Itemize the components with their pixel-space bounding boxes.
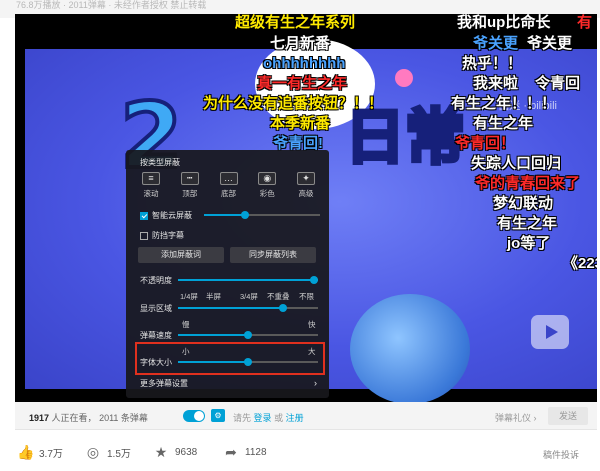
heart-shape [395, 69, 413, 87]
login-link[interactable]: 登录 [254, 413, 272, 423]
bottom-danmaku-icon: … [219, 172, 238, 185]
font-size-highlight-box [135, 342, 325, 375]
danmaku-comment: 爷的青春回来了 [475, 175, 581, 192]
opacity-slider[interactable] [178, 279, 318, 281]
danmaku-comment: 热乎！！ [462, 55, 523, 72]
filter-top-button[interactable]: ┅ 顶部 [175, 172, 205, 206]
video-page: 76.8万播放 · 2011弹幕 · 未经作者授权 禁止转载 2 日常 西迷 ·… [0, 0, 600, 471]
danmaku-toggle-switch[interactable] [183, 410, 205, 422]
advanced-danmaku-icon: ✦ [297, 172, 315, 185]
danmaku-settings-icon[interactable]: ⚙ [211, 409, 225, 422]
login-prompt: 请先 登录 或 注册 [233, 413, 304, 423]
display-area-option: 不重叠 [267, 292, 290, 301]
checkbox-unchecked-icon [140, 231, 148, 240]
report-link[interactable]: 稿件投诉 [543, 448, 579, 461]
danmaku-comment: 我和up比命长 [457, 14, 551, 31]
display-area-slider[interactable] [178, 307, 318, 309]
video-actions-row: 👍 3.7万 ◎ 1.5万 ★ 9638 ➦ 1128 稿件投诉 [15, 440, 597, 468]
bilibili-tv-icon [531, 315, 569, 349]
block-by-type-title: 按类型屏蔽 [140, 158, 180, 167]
danmaku-etiquette-link[interactable]: 弹幕礼仪 › [495, 411, 537, 424]
danmaku-comment: 有生之年！！！ [451, 95, 557, 112]
send-button[interactable]: 发送 [548, 407, 588, 425]
danmaku-comment: jo等了 [507, 235, 551, 252]
danmaku-comment: 爷关更 [527, 35, 573, 52]
like-button[interactable]: 👍 3.7万 [17, 444, 63, 460]
palette-icon: ◉ [258, 172, 277, 185]
danmaku-comment: 失踪人口回归 [471, 155, 562, 172]
opacity-slider-fill [178, 279, 318, 281]
sync-block-list-button[interactable]: 同步屏蔽列表 [230, 247, 316, 263]
filter-color-button[interactable]: ◉ 彩色 [252, 172, 282, 206]
scroll-danmaku-icon: ≡ [142, 172, 160, 185]
more-danmaku-settings-link[interactable]: 更多弹幕设置 [140, 378, 188, 389]
display-area-option: 1/4屏 [180, 292, 198, 301]
display-area-option: 半屏 [206, 292, 221, 301]
danmaku-comment: 《223 [563, 255, 597, 272]
opacity-slider-handle[interactable] [310, 276, 318, 284]
coin-icon: ◎ [86, 444, 100, 460]
smart-block-slider-fill [204, 214, 245, 216]
filter-scroll-button[interactable]: ≡ 滚动 [136, 172, 166, 206]
speed-slider-handle[interactable] [244, 331, 252, 339]
share-button[interactable]: ➦ 1128 [223, 444, 266, 460]
checkbox-checked-icon [140, 211, 148, 220]
danmaku-comment: 令青回 [535, 75, 581, 92]
thumbs-up-icon: 👍 [17, 444, 35, 460]
danmaku-comment: 梦幻联动 [493, 195, 554, 212]
display-area-slider-handle[interactable] [279, 304, 287, 312]
filter-type-row: ≡ 滚动 ┅ 顶部 … 底部 ◉ 彩色 ✦ 高级 [136, 172, 321, 206]
danmaku-comment: 爷青回！ [455, 135, 516, 152]
coin-button[interactable]: ◎ 1.5万 [85, 444, 131, 460]
add-block-word-button[interactable]: 添加屏蔽词 [138, 247, 224, 263]
planet-illustration [350, 294, 470, 402]
share-arrow-icon: ➦ [225, 444, 237, 460]
danmaku-comment: ohhhhhhhh [263, 55, 346, 72]
danmaku-comment: 本季新番 [270, 115, 331, 132]
display-area-slider-fill [178, 307, 283, 309]
smart-block-slider[interactable] [204, 214, 320, 216]
danmaku-comment: 为什么没有追番按钮？！！ [203, 95, 384, 112]
chevron-right-icon: › [314, 378, 317, 388]
display-area-option: 3/4屏 [240, 292, 258, 301]
danmaku-comment: 有生之年 [497, 215, 558, 232]
opacity-label: 不透明度 [140, 276, 172, 285]
danmaku-comment: 我来啦 [473, 75, 519, 92]
filter-bottom-button[interactable]: … 底部 [214, 172, 244, 206]
speed-slider-fill [178, 334, 248, 336]
register-link[interactable]: 注册 [286, 413, 304, 423]
favorite-button[interactable]: ★ 9638 [153, 444, 198, 460]
danmaku-comment: 爷关更 [473, 35, 519, 52]
danmaku-comment: 真一有生之年 [257, 75, 348, 92]
smart-block-checkbox[interactable]: 智能云屏蔽 [140, 210, 192, 221]
danmaku-comment: 有 [577, 14, 593, 31]
star-icon: ★ [154, 444, 168, 460]
danmaku-comment: 有生之年 [473, 115, 534, 132]
smart-block-slider-handle[interactable] [240, 211, 249, 219]
anti-cover-checkbox[interactable]: 防挡字幕 [140, 230, 184, 241]
speed-slow-label: 慢 [182, 320, 190, 329]
danmaku-input-bar: 1917 人正在看， 2011 条弹幕 ⚙ 请先 登录 或 注册 弹幕礼仪 › … [15, 402, 597, 430]
display-area-label: 显示区域 [140, 304, 172, 313]
top-danmaku-icon: ┅ [180, 172, 199, 185]
speed-fast-label: 快 [308, 320, 316, 329]
speed-label: 弹幕速度 [140, 331, 172, 340]
display-area-option: 不限 [299, 292, 314, 301]
danmaku-comment: 七月新番 [270, 35, 331, 52]
viewer-info: 1917 人正在看， 2011 条弹幕 [29, 413, 148, 423]
filter-advanced-button[interactable]: ✦ 高级 [291, 172, 321, 206]
danmaku-comment: 超级有生之年系列 [235, 14, 356, 31]
